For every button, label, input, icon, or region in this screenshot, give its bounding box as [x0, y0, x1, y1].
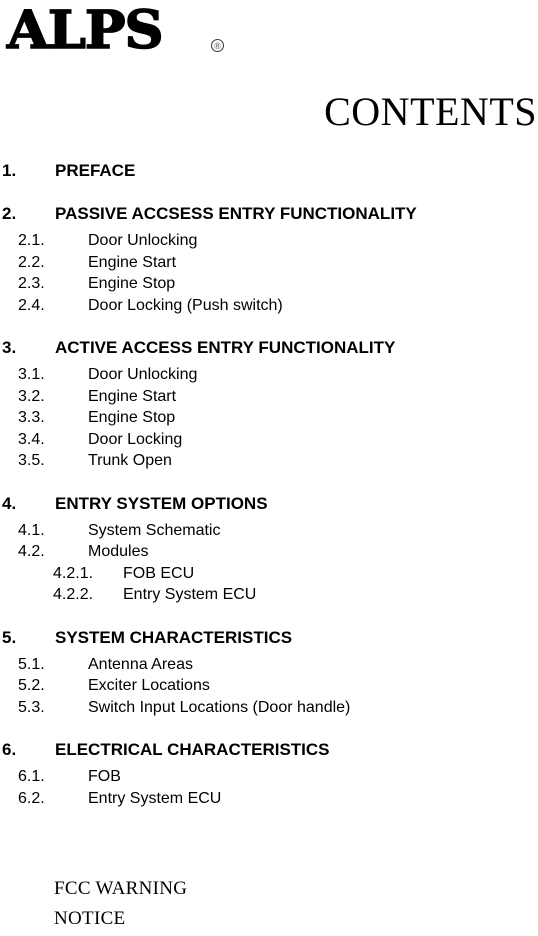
toc-entry-label: Entry System ECU: [88, 789, 222, 807]
toc-entry-label: Door Locking: [88, 430, 183, 448]
toc-entry-level-2[interactable]: 2.3. Engine Stop: [0, 273, 538, 295]
toc-entry-label: Door Locking (Push switch): [88, 296, 283, 314]
toc-entry-number: 5.: [2, 627, 17, 647]
toc-entry-level-2[interactable]: 5.3. Switch Input Locations (Door handle): [0, 697, 538, 719]
footer-notes: FCC WARNING NOTICE: [54, 874, 187, 934]
toc-entry-level-2[interactable]: 2.1. Door Unlocking: [0, 230, 538, 252]
toc-entry-number: 4.2.1.: [53, 564, 94, 582]
toc-entry-number: 3.: [2, 338, 17, 357]
toc-entry-number: 4.: [2, 493, 17, 513]
toc-entry-level-3[interactable]: 4.2.1. FOB ECU: [0, 563, 538, 585]
toc-entry-number: 2.2.: [18, 253, 45, 271]
toc-entry-level-2[interactable]: 3.3. Engine Stop: [0, 407, 538, 429]
toc-entry-number: 6.2.: [18, 789, 45, 807]
toc-entry-level-3[interactable]: 4.2.2. Entry System ECU: [0, 584, 538, 606]
toc-entry-number: 4.2.: [18, 543, 45, 560]
toc-entry-number: 2.: [2, 204, 17, 223]
toc-entry-level-2[interactable]: 4.1. System Schematic: [0, 520, 538, 542]
footer-note-line: FCC WARNING: [54, 878, 188, 899]
toc-entry-label: Door Unlocking: [88, 232, 198, 249]
toc-entry-number: 4.2.2.: [53, 586, 94, 603]
toc-entry-label: Engine Start: [88, 387, 177, 405]
toc-entry-level-2[interactable]: 2.2. Engine Start: [0, 252, 538, 274]
toc-entry-label: PREFACE: [55, 161, 136, 180]
toc-entry-number: 4.1.: [18, 521, 45, 539]
toc-entry-number: 5.3.: [18, 698, 45, 716]
footer-note-line: NOTICE: [54, 908, 126, 929]
toc-entry-level-1[interactable]: 1. PREFACE: [0, 160, 538, 182]
toc-entry-number: 2.4.: [18, 296, 45, 314]
toc-entry-level-1[interactable]: 6. ELECTRICAL CHARACTERISTICS: [0, 739, 538, 761]
toc-entry-level-2[interactable]: 6.1. FOB: [0, 766, 538, 788]
toc-entry-number: 3.1.: [18, 366, 45, 383]
alps-logo: ALPS ®: [6, 0, 237, 61]
toc-entry-label: Entry System ECU: [123, 586, 257, 603]
registered-trademark-icon: ®: [211, 39, 224, 52]
toc-entry-label: Exciter Locations: [88, 677, 210, 694]
toc-entry-level-2[interactable]: 5.1. Antenna Areas: [0, 654, 538, 676]
toc-entry-level-2[interactable]: 3.4. Door Locking: [0, 429, 538, 451]
toc-entry-label: Modules: [88, 543, 149, 560]
toc-entry-number: 3.4.: [18, 430, 45, 448]
toc-entry-level-1[interactable]: 2. PASSIVE ACCSESS ENTRY FUNCTIONALITY: [0, 203, 538, 225]
toc-entry-label: Trunk Open: [88, 452, 172, 469]
toc-entry-label: ACTIVE ACCESS ENTRY FUNCTIONALITY: [55, 338, 396, 357]
toc-entry-number: 3.2.: [18, 387, 45, 405]
toc-entry-number: 5.2.: [18, 677, 45, 694]
toc-entry-level-2[interactable]: 3.1. Door Unlocking: [0, 364, 538, 386]
toc-entry-label: Antenna Areas: [88, 655, 193, 673]
toc-entry-label: SYSTEM CHARACTERISTICS: [55, 627, 293, 647]
toc-entry-label: FOB ECU: [123, 564, 195, 582]
toc-entry-number: 3.3.: [18, 409, 45, 426]
toc-entry-level-2[interactable]: 3.2. Engine Start: [0, 386, 538, 408]
toc-entry-number: 2.1.: [18, 232, 45, 249]
toc-entry-number: 1.: [2, 161, 17, 180]
toc-entry-level-2[interactable]: 4.2. Modules: [0, 541, 538, 563]
toc-entry-label: FOB: [88, 768, 121, 785]
toc-entry-label: System Schematic: [88, 521, 221, 539]
toc-entry-number: 5.1.: [18, 655, 45, 673]
toc-entry-number: 6.: [2, 740, 17, 759]
toc-entry-label: ENTRY SYSTEM OPTIONS: [55, 493, 268, 513]
alps-wordmark: ALPS: [6, 0, 164, 61]
toc-entry-label: Door Unlocking: [88, 366, 198, 383]
toc-entry-label: Engine Start: [88, 253, 177, 271]
toc-entry-label: Switch Input Locations (Door handle): [88, 698, 351, 716]
toc-entry-label: Engine Stop: [88, 275, 176, 292]
toc-entry-label: ELECTRICAL CHARACTERISTICS: [55, 740, 330, 759]
toc-entry-level-1[interactable]: 4. ENTRY SYSTEM OPTIONS: [0, 493, 538, 515]
toc-entry-level-1[interactable]: 5. SYSTEM CHARACTERISTICS: [0, 627, 538, 649]
table-of-contents: 1. PREFACE 2. PASSIVE ACCSESS ENTRY FUNCTIO…: [0, 160, 538, 809]
toc-entry-label: Engine Stop: [88, 409, 176, 426]
toc-entry-number: 2.3.: [18, 275, 45, 292]
toc-entry-level-2[interactable]: 3.5. Trunk Open: [0, 450, 538, 472]
toc-entry-level-2[interactable]: 2.4. Door Locking (Push switch): [0, 295, 538, 317]
toc-entry-level-2[interactable]: 6.2. Entry System ECU: [0, 788, 538, 810]
toc-entry-level-1[interactable]: 3. ACTIVE ACCESS ENTRY FUNCTIONALITY: [0, 337, 538, 359]
page-title: CONTENTS: [324, 89, 537, 134]
toc-entry-number: 6.1.: [18, 768, 45, 785]
toc-entry-level-2[interactable]: 5.2. Exciter Locations: [0, 675, 538, 697]
toc-entry-number: 3.5.: [18, 452, 45, 469]
toc-entry-label: PASSIVE ACCSESS ENTRY FUNCTIONALITY: [55, 204, 417, 223]
